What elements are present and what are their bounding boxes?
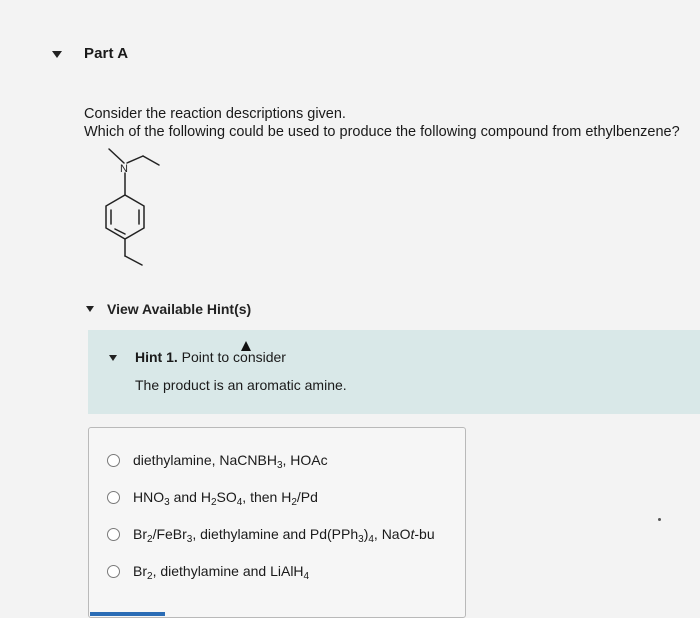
radio-button[interactable] — [107, 490, 120, 504]
chemical-structure: N — [105, 148, 160, 266]
hint-1-title-text: Point to consider — [181, 349, 286, 365]
hint-1-title[interactable]: Hint 1. Point to consider — [135, 349, 286, 365]
option-1[interactable]: diethylamine, NaCNBH3, HOAc — [107, 449, 328, 471]
mouse-cursor-icon — [241, 341, 251, 351]
answer-options-panel: diethylamine, NaCNBH3, HOAc HNO3 and H2S… — [88, 427, 466, 618]
decorative-dot — [658, 518, 661, 521]
option-label: Br2/FeBr3, diethylamine and Pd(PPh3)4, N… — [133, 526, 435, 545]
part-title[interactable]: Part A — [84, 45, 128, 62]
option-3[interactable]: Br2/FeBr3, diethylamine and Pd(PPh3)4, N… — [107, 523, 435, 545]
radio-button[interactable] — [107, 564, 120, 578]
hint-1-number: Hint 1. — [135, 349, 178, 365]
radio-button[interactable] — [107, 527, 120, 541]
question-line-2: Which of the following could be used to … — [84, 124, 680, 140]
view-hints-toggle[interactable]: View Available Hint(s) — [107, 301, 251, 317]
option-2[interactable]: HNO3 and H2SO4, then H2/Pd — [107, 486, 318, 508]
option-label: HNO3 and H2SO4, then H2/Pd — [133, 489, 318, 508]
question-line-1: Consider the reaction descriptions given… — [84, 106, 346, 122]
hint-panel — [88, 330, 700, 414]
hints-toggle-triangle-icon[interactable] — [86, 306, 94, 312]
hint-collapse-triangle-icon[interactable] — [109, 355, 117, 361]
option-label: Br2, diethylamine and LiAlH4 — [133, 563, 310, 582]
option-4[interactable]: Br2, diethylamine and LiAlH4 — [107, 560, 309, 582]
radio-button[interactable] — [107, 453, 120, 467]
submit-button-edge[interactable] — [90, 612, 165, 616]
collapse-triangle-icon[interactable] — [52, 51, 62, 58]
hint-1-body: The product is an aromatic amine. — [135, 377, 347, 393]
option-label: diethylamine, NaCNBH3, HOAc — [133, 452, 328, 471]
nitrogen-label: N — [120, 163, 128, 175]
